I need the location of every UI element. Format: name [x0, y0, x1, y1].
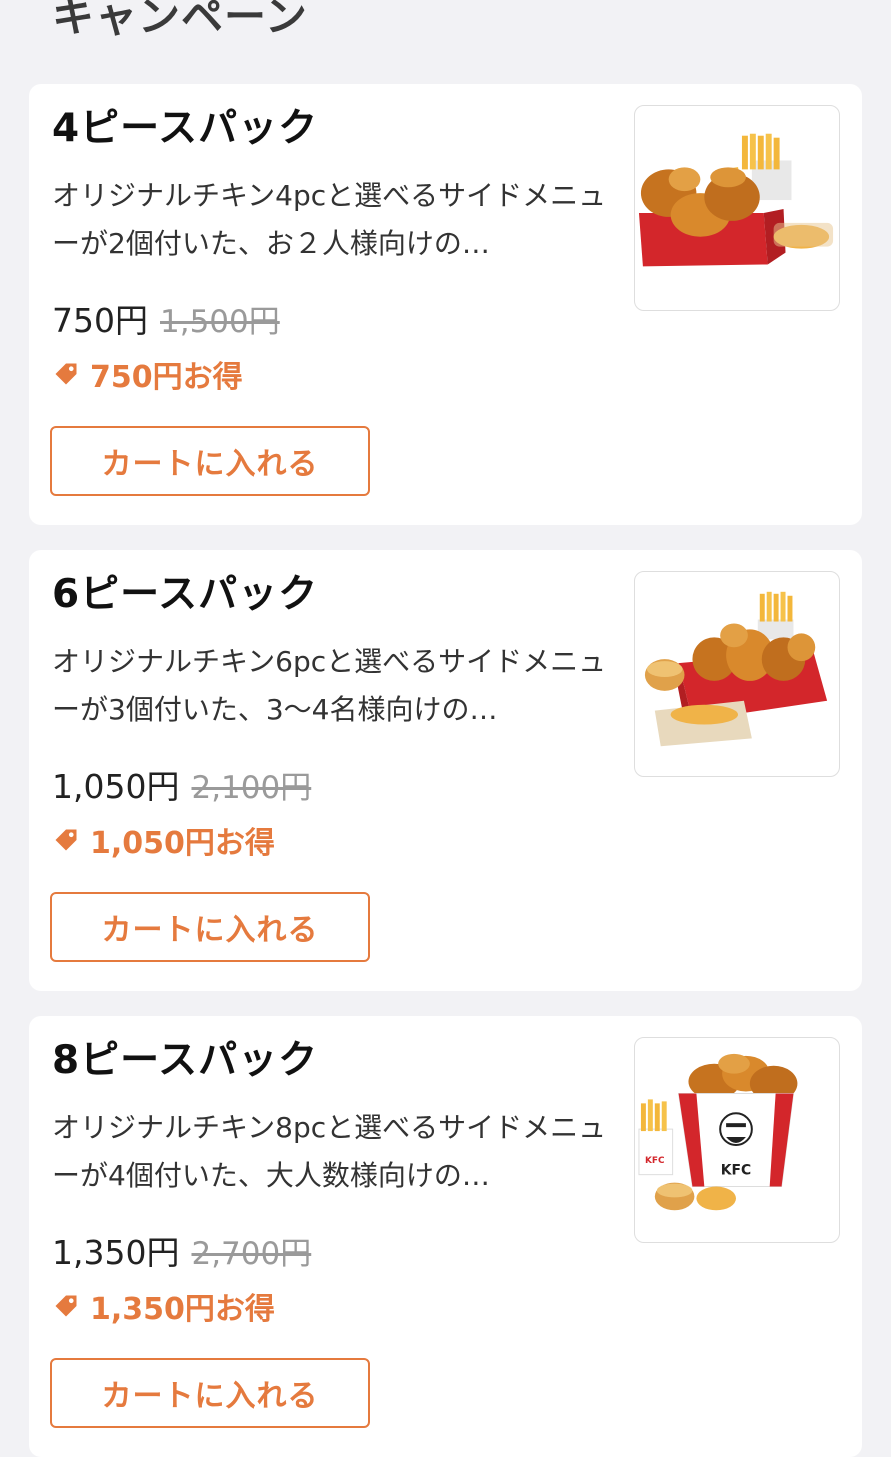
svg-text:KFC: KFC — [721, 1163, 751, 1179]
product-image[interactable] — [634, 571, 840, 777]
price-row: 1,050円 2,100円 — [52, 760, 311, 808]
product-card-4-piece[interactable]: 4ピースパック オリジナルチキン4pcと選べるサイドメニューが2個付いた、お２人… — [29, 84, 862, 525]
sale-price: 1,050円 — [52, 767, 180, 806]
price-tag-icon — [52, 1292, 80, 1320]
product-title: 4ピースパック — [52, 106, 319, 151]
product-card-8-piece[interactable]: 8ピースパック オリジナルチキン8pcと選べるサイドメニューが4個付いた、大人数… — [29, 1016, 862, 1457]
chicken-bucket-icon: KFC KFC — [638, 1053, 798, 1211]
price-row: 1,350円 2,700円 — [52, 1226, 311, 1274]
chicken-box-with-biscuit-icon — [644, 591, 828, 747]
add-to-cart-button[interactable]: カートに入れる — [50, 892, 370, 962]
product-card-6-piece[interactable]: 6ピースパック オリジナルチキン6pcと選べるサイドメニューが3個付いた、3〜4… — [29, 550, 862, 991]
product-description: オリジナルチキン4pcと選べるサイドメニューが2個付いた、お２人様向けの… — [52, 179, 607, 260]
product-title: 8ピースパック — [52, 1038, 319, 1083]
discount-amount: 750円お得 — [90, 360, 243, 395]
product-title: 6ピースパック — [52, 572, 319, 617]
product-description: オリジナルチキン6pcと選べるサイドメニューが3個付いた、3〜4名様向けの… — [52, 645, 607, 726]
price-tag-icon — [52, 360, 80, 388]
original-price: 2,700円 — [191, 1236, 312, 1272]
discount-row: 1,350円お得 — [52, 1284, 275, 1328]
chicken-box-with-fries-icon — [638, 133, 834, 267]
section-title: キャンペーン — [52, 0, 308, 41]
sale-price: 1,350円 — [52, 1233, 180, 1272]
discount-row: 1,050円お得 — [52, 818, 275, 862]
price-tag-icon — [52, 826, 80, 854]
original-price: 2,100円 — [191, 770, 312, 806]
original-price: 1,500円 — [160, 304, 280, 340]
discount-amount: 1,050円お得 — [90, 826, 275, 861]
add-to-cart-button[interactable]: カートに入れる — [50, 426, 370, 496]
product-image[interactable]: KFC KFC — [634, 1037, 840, 1243]
sale-price: 750円 — [52, 301, 148, 340]
svg-text:KFC: KFC — [645, 1156, 665, 1166]
price-row: 750円 1,500円 — [52, 294, 280, 342]
discount-amount: 1,350円お得 — [90, 1292, 275, 1327]
add-to-cart-button[interactable]: カートに入れる — [50, 1358, 370, 1428]
product-image[interactable] — [634, 105, 840, 311]
product-description: オリジナルチキン8pcと選べるサイドメニューが4個付いた、大人数様向けの… — [52, 1111, 607, 1192]
discount-row: 750円お得 — [52, 352, 243, 396]
